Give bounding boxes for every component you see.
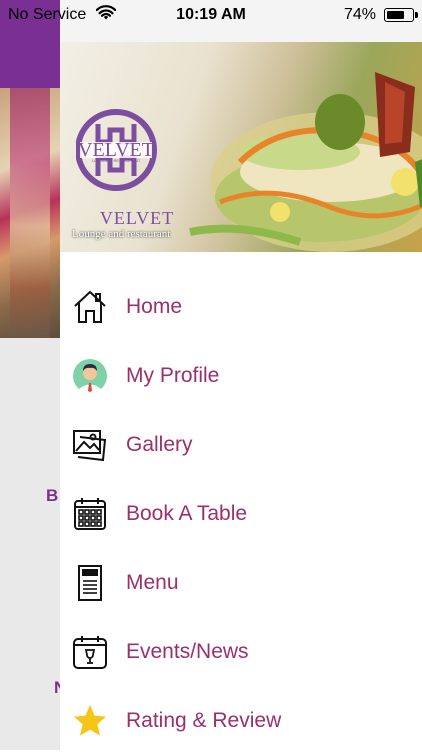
menu-label: Menu [126,571,179,594]
menu-item-my-profile[interactable]: My Profile [60,341,422,410]
status-bar: No Service 10:19 AM 74% [0,0,422,30]
background-text-fragment: B [46,486,59,505]
menu-label: Events/News [126,640,249,663]
menu-item-home[interactable]: Home [60,272,422,341]
gallery-icon [73,430,107,462]
menu-label: My Profile [126,364,220,387]
home-icon [74,290,106,323]
profile-avatar-icon [73,359,107,394]
brand-name: VELVET [99,208,175,228]
battery-icon [384,8,418,22]
navigation-drawer: VELVET LOUNGE & RESTAURANT VELVET Lounge… [60,0,422,750]
star-icon [74,705,106,736]
battery-percent: 74% [343,6,376,23]
event-icon [73,636,107,669]
drawer-header-image: VELVET LOUNGE & RESTAURANT VELVET Lounge… [60,42,422,252]
drawer-menu: Home My Profile Gallery Book A Table Men… [60,272,422,755]
menu-item-gallery[interactable]: Gallery [60,410,422,479]
logo-caption: LOUNGE & RESTAURANT [92,158,141,163]
menu-label: Home [126,295,183,318]
menu-card-icon [78,565,102,601]
menu-item-menu[interactable]: Menu [60,548,422,617]
menu-item-rating-review[interactable]: Rating & Review [60,686,422,755]
menu-label: Book A Table [126,502,248,525]
brand-tagline: Lounge and restaurant [72,228,171,240]
menu-label: Rating & Review [126,709,282,732]
calendar-icon [74,498,106,530]
menu-item-book-a-table[interactable]: Book A Table [60,479,422,548]
salad-photo [189,72,422,252]
menu-item-events-news[interactable]: Events/News [60,617,422,686]
menu-label: Gallery [126,433,193,456]
